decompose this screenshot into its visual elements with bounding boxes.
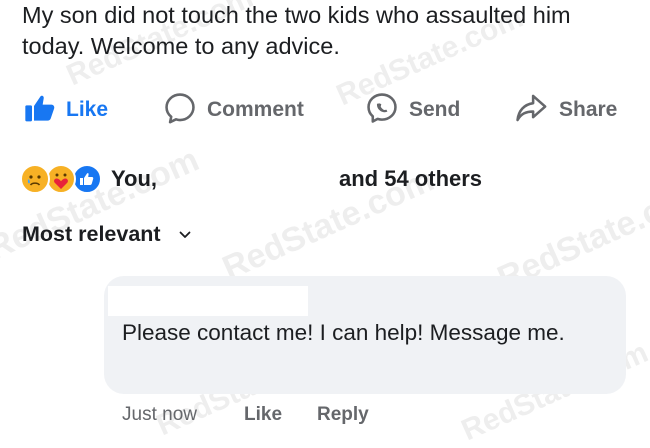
share-label: Share [559,98,618,121]
messenger-icon [365,91,399,130]
comment-text: Please contact me! I can help! Message m… [122,320,565,345]
post-action-bar: Like Comment Send Share [0,88,650,132]
comment-timestamp: Just now [122,404,197,425]
send-label: Send [409,98,461,121]
share-button[interactable]: Share [513,88,617,132]
comment-reply-link[interactable]: Reply [317,404,369,426]
post-text: My son did not touch the two kids who as… [22,2,571,59]
comment-bubble-icon [163,91,197,130]
thumbs-up-icon [24,92,56,129]
reaction-summary[interactable]: You, and 54 others [20,160,640,198]
comment-button[interactable]: Comment [163,88,304,132]
sort-label: Most relevant [22,222,161,246]
share-arrow-icon [513,91,549,130]
reaction-you-text: You, [111,166,158,191]
like-label: Like [66,98,109,121]
like-button[interactable]: Like [24,88,108,132]
reaction-icons [20,164,110,194]
comment-sort-dropdown[interactable]: Most relevant [22,222,191,247]
reaction-count-text: and 54 others [339,166,483,191]
comment-like-link[interactable]: Like [244,404,282,426]
comment-bubble: Please contact me! I can help! Message m… [104,276,626,394]
redacted-author-name [108,286,308,316]
chevron-down-icon [179,231,191,238]
sad-reaction-icon [20,164,50,194]
like-reaction-icon [72,164,102,194]
send-button[interactable]: Send [365,88,460,132]
care-reaction-icon [46,164,76,194]
comment-label: Comment [207,98,304,121]
